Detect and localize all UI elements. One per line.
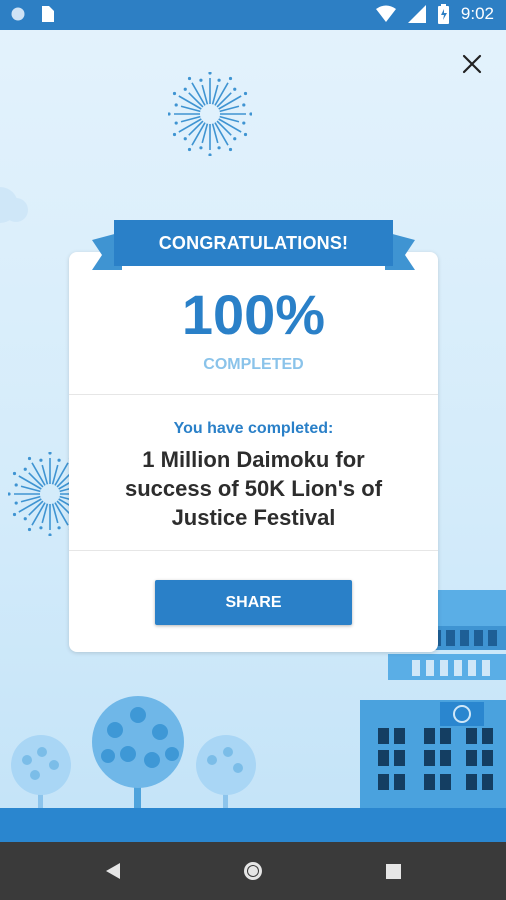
- tree-illustration: [196, 735, 256, 820]
- ribbon-banner: CONGRATULATIONS!: [92, 220, 415, 270]
- navigation-bar: [0, 842, 506, 900]
- ground: [0, 808, 506, 842]
- cloud-illustration: [0, 187, 28, 223]
- close-icon[interactable]: [460, 52, 484, 76]
- ribbon-title: CONGRATULATIONS!: [114, 220, 393, 266]
- congratulations-card: 100% COMPLETED You have completed: 1 Mil…: [69, 252, 438, 652]
- percent-value: 100%: [181, 283, 326, 346]
- tree-illustration: [11, 735, 71, 820]
- home-icon[interactable]: [241, 859, 265, 883]
- battery-icon: [437, 4, 449, 24]
- divider: [69, 550, 438, 551]
- status-time: 9:02: [460, 4, 494, 23]
- completed-label: COMPLETED: [203, 356, 304, 373]
- firework-illustration: [168, 72, 252, 156]
- status-bar: 9:02: [0, 0, 506, 30]
- wifi-icon: [375, 5, 396, 22]
- back-icon[interactable]: [104, 862, 122, 880]
- notification-circle-icon: [11, 7, 25, 21]
- recents-icon[interactable]: [386, 864, 401, 879]
- signal-icon: [407, 5, 426, 23]
- share-button[interactable]: SHARE: [155, 580, 352, 625]
- tree-illustration: [92, 696, 184, 820]
- task-title: 1 Million Daimoku for success of 50K Lio…: [124, 447, 383, 530]
- celebration-background: 100% COMPLETED You have completed: 1 Mil…: [0, 30, 506, 842]
- divider: [69, 394, 438, 395]
- you-completed-label: You have completed:: [173, 420, 334, 437]
- sim-card-icon: [42, 6, 54, 22]
